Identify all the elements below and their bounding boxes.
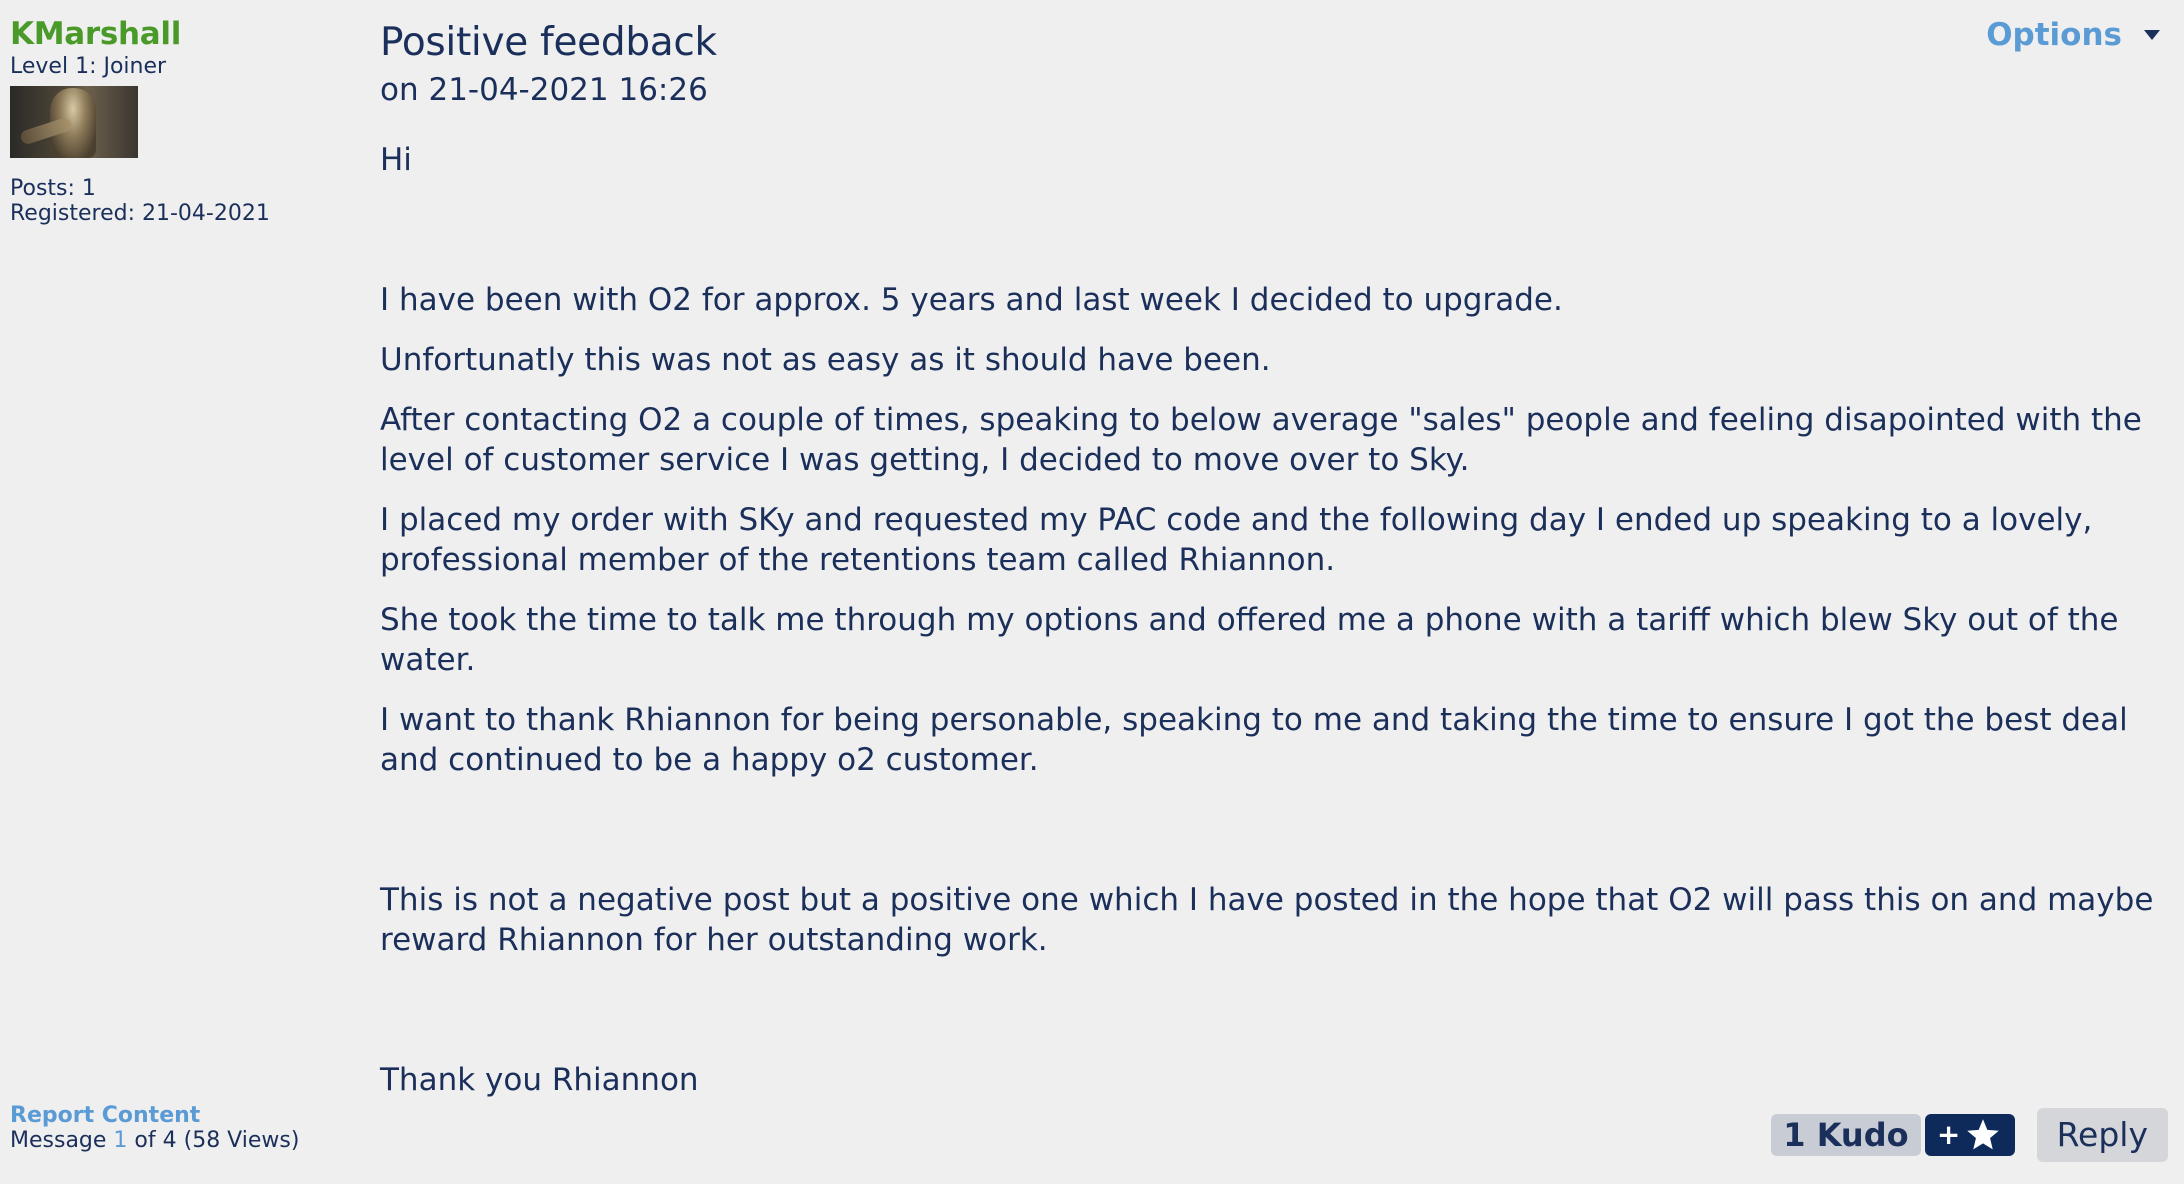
message-number-link[interactable]: 1 bbox=[113, 1128, 127, 1153]
post-paragraph: Hi bbox=[380, 142, 412, 178]
post-paragraph: I placed my order with SKy and requested… bbox=[380, 502, 2093, 578]
post-paragraph: She took the time to talk me through my … bbox=[380, 602, 2119, 678]
author-sidebar: KMarshall Level 1: Joiner Posts: 1 Regis… bbox=[10, 14, 350, 226]
plus-icon: + bbox=[1936, 1118, 1961, 1151]
post-paragraph: This is not a negative post but a positi… bbox=[380, 882, 2154, 958]
post-paragraph: I have been with O2 for approx. 5 years … bbox=[380, 282, 1563, 318]
message-position: Message 1 of 4 (58 Views) bbox=[10, 1128, 299, 1153]
post-date: on 21-04-2021 16:26 bbox=[380, 72, 708, 108]
post-body: Hi I have been with O2 for approx. 5 yea… bbox=[380, 140, 2170, 1120]
post-title: Positive feedback bbox=[380, 20, 717, 65]
kudo-count[interactable]: 1 Kudo bbox=[1771, 1114, 1921, 1156]
post-paragraph: Thank you Rhiannon bbox=[380, 1062, 699, 1098]
post-footer-info: Report Content Message 1 of 4 (58 Views) bbox=[10, 1103, 299, 1153]
message-prefix: Message bbox=[10, 1128, 107, 1153]
post-paragraph: After contacting O2 a couple of times, s… bbox=[380, 402, 2142, 478]
report-content-link[interactable]: Report Content bbox=[10, 1103, 299, 1128]
reply-button[interactable]: Reply bbox=[2036, 1108, 2168, 1162]
options-menu-button[interactable]: Options bbox=[1986, 12, 2160, 58]
author-registered: Registered: 21-04-2021 bbox=[10, 201, 270, 226]
author-rank: Level 1: Joiner bbox=[10, 54, 167, 79]
post-actions: 1 Kudo + Reply bbox=[1771, 1108, 2168, 1162]
author-username[interactable]: KMarshall bbox=[10, 14, 350, 54]
star-icon bbox=[1967, 1119, 2000, 1150]
author-stats: Posts: 1 Registered: 21-04-2021 bbox=[10, 176, 350, 226]
author-posts: Posts: 1 bbox=[10, 176, 96, 201]
caret-down-icon bbox=[2144, 30, 2160, 40]
post-header: Positive feedback on 21-04-2021 16:26 bbox=[380, 18, 717, 110]
post-paragraph: I want to thank Rhiannon for being perso… bbox=[380, 702, 2128, 778]
message-suffix: of 4 (58 Views) bbox=[134, 1128, 300, 1153]
give-kudo-button[interactable]: + bbox=[1924, 1114, 2015, 1156]
options-label: Options bbox=[1986, 17, 2122, 53]
avatar[interactable] bbox=[10, 86, 138, 158]
post-paragraph: Unfortunatly this was not as easy as it … bbox=[380, 342, 1271, 378]
